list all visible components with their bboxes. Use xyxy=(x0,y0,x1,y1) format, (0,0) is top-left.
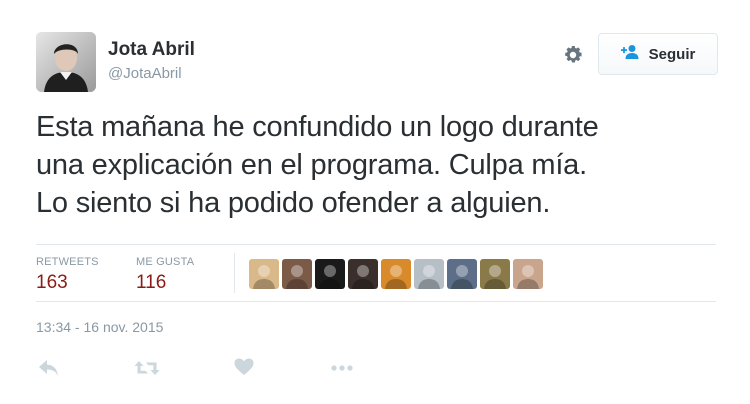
heart-icon[interactable] xyxy=(234,358,254,381)
tweet-header: Jota Abril @JotaAbril Seguir xyxy=(36,32,718,94)
tweet-text-line: Lo siento si ha podido ofender a alguien… xyxy=(36,187,551,219)
tweet-stats: RETWEETS 163 ME GUSTA 116 xyxy=(36,244,716,302)
liker-avatar-8[interactable] xyxy=(480,259,510,289)
avatar[interactable] xyxy=(36,32,96,92)
retweets-count: 163 xyxy=(36,272,68,293)
reply-icon[interactable] xyxy=(38,358,60,383)
liker-avatar-7[interactable] xyxy=(447,259,477,289)
tweet-text-line: Esta mañana he confundido un logo durant… xyxy=(36,111,599,143)
retweet-icon[interactable] xyxy=(134,358,160,383)
liker-avatar-6[interactable] xyxy=(414,259,444,289)
tweet-actions xyxy=(36,356,396,384)
liker-avatar-5[interactable] xyxy=(381,259,411,289)
tweet-timestamp[interactable]: 13:34 - 16 nov. 2015 xyxy=(36,318,163,336)
likes-label: ME GUSTA xyxy=(136,256,195,268)
likes-count: 116 xyxy=(136,272,167,293)
retweets-stat[interactable]: RETWEETS 163 xyxy=(36,255,99,294)
user-fullname[interactable]: Jota Abril xyxy=(108,38,195,62)
stats-divider xyxy=(234,253,235,293)
liker-avatar-3[interactable] xyxy=(315,259,345,289)
retweets-label: RETWEETS xyxy=(36,256,99,268)
tweet-text-line: una explicación en el programa. Culpa mí… xyxy=(36,149,587,181)
liker-avatar-2[interactable] xyxy=(282,259,312,289)
follow-button-label: Seguir xyxy=(648,45,696,63)
more-icon[interactable] xyxy=(330,358,354,383)
liker-avatar-1[interactable] xyxy=(249,259,279,289)
add-person-icon xyxy=(620,44,641,65)
liker-avatars xyxy=(249,259,543,289)
gear-icon[interactable] xyxy=(562,44,584,66)
user-handle[interactable]: @JotaAbril xyxy=(108,64,195,84)
follow-button[interactable]: Seguir xyxy=(598,33,718,75)
user-names: Jota Abril @JotaAbril xyxy=(108,38,195,84)
tweet-card: Jota Abril @JotaAbril Seguir Esta mañana… xyxy=(0,0,750,404)
tweet-text: Esta mañana he confundido un logo durant… xyxy=(36,108,726,222)
liker-avatar-4[interactable] xyxy=(348,259,378,289)
liker-avatar-9[interactable] xyxy=(513,259,543,289)
likes-stat[interactable]: ME GUSTA 116 xyxy=(136,255,194,294)
profile-photo-icon xyxy=(36,32,96,92)
